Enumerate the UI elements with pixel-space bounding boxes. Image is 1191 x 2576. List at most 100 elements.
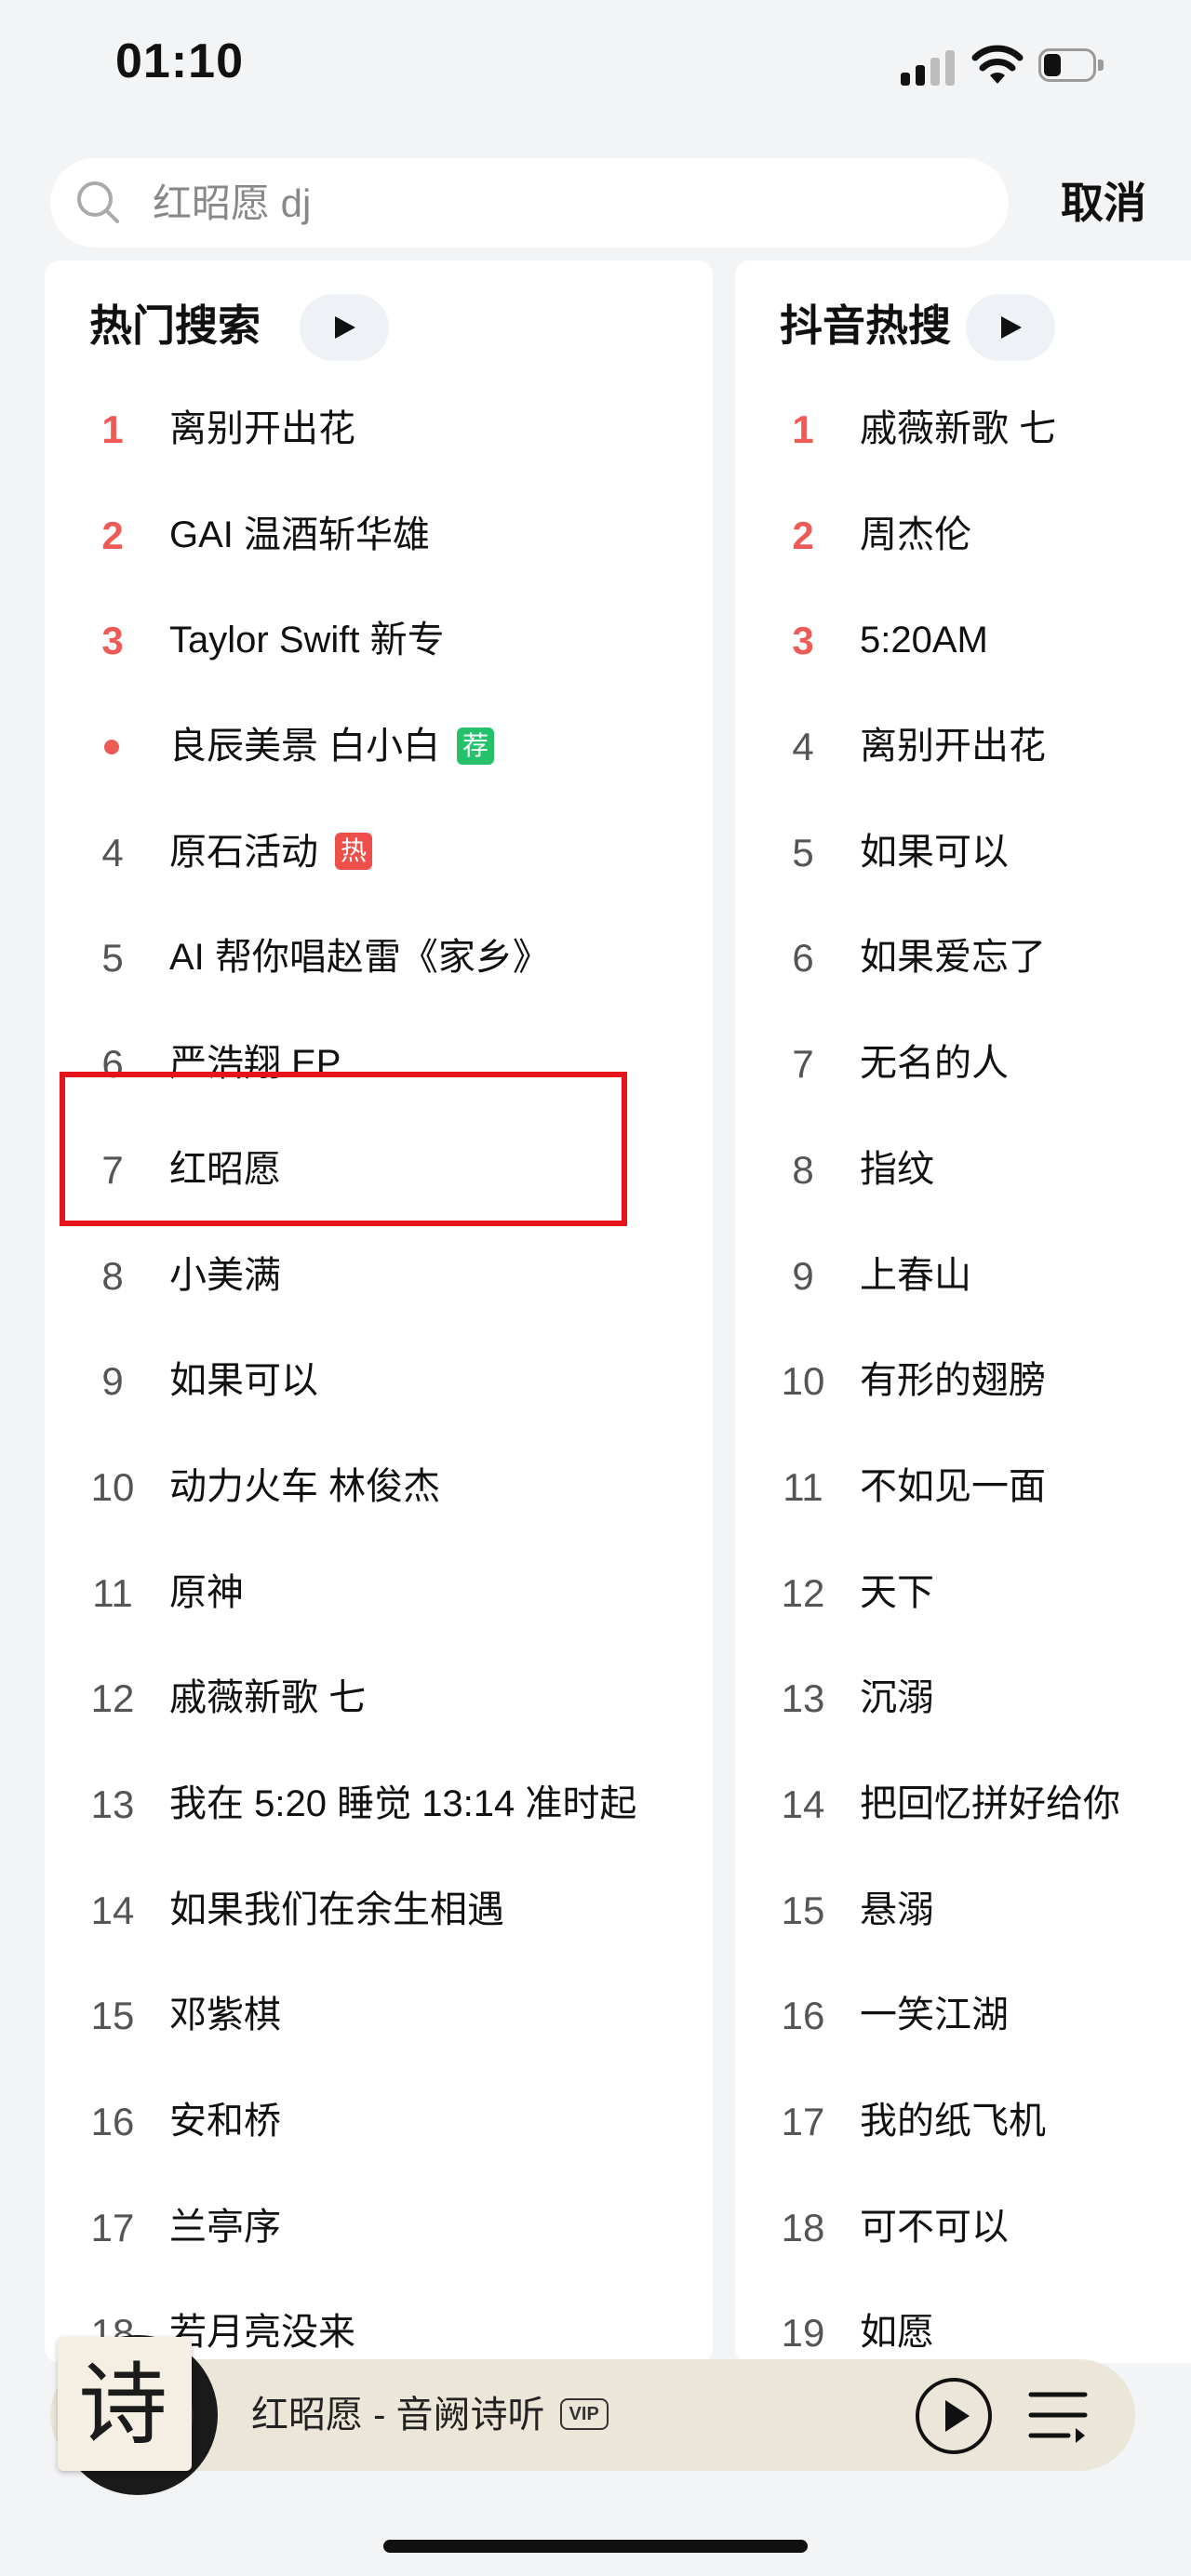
rank-title: 兰亭序 <box>169 2175 281 2281</box>
list-item[interactable]: 6 如果爱忘了 <box>735 905 1191 1011</box>
mini-player[interactable]: 诗 红昭愿 - 音阙诗听 VIP <box>50 2335 1135 2495</box>
list-item[interactable]: 17 我的纸飞机 <box>735 2069 1191 2175</box>
list-item[interactable]: 1 戚薇新歌 七 <box>735 377 1191 483</box>
list-item[interactable]: 9 如果可以 <box>45 1328 713 1435</box>
list-item[interactable]: 16 一笑江湖 <box>735 1963 1191 2069</box>
list-item[interactable]: 10 有形的翅膀 <box>735 1328 1191 1435</box>
list-item[interactable]: 10 动力火车 林俊杰 <box>45 1435 713 1541</box>
rank-title: 无名的人 <box>860 1011 1009 1117</box>
rank-number: 5 <box>792 830 814 874</box>
status-bar: 01:10 <box>0 0 1191 140</box>
rank-number: 10 <box>781 1359 825 1404</box>
rank-number: 12 <box>90 1676 135 1721</box>
rank-title-text: 我的纸飞机 <box>860 2101 1046 2142</box>
list-item[interactable]: 良辰美景 白小白荐 <box>45 694 713 800</box>
hot-search-play-all-button[interactable] <box>300 294 389 361</box>
rank-title: GAI 温酒斩华雄 <box>169 483 430 589</box>
list-item[interactable]: 15 邓紫棋 <box>45 1963 713 2069</box>
rank-title-text: 悬溺 <box>860 1889 934 1930</box>
rank-title-text: 把回忆拼好给你 <box>860 1782 1120 1824</box>
list-item[interactable]: 2 周杰伦 <box>735 483 1191 589</box>
now-playing-title[interactable]: 红昭愿 - 音阙诗听 VIP <box>251 2387 609 2443</box>
rank-title-text: 指纹 <box>860 1148 934 1190</box>
list-item[interactable]: 11 原神 <box>45 1541 713 1647</box>
rank-number: 11 <box>783 1464 823 1509</box>
douyin-hot-list: 1 戚薇新歌 七 2 周杰伦 3 5:20AM 4 离别开出花 5 如果可以 6 如果爱忘了 7 无名的人… <box>735 377 1191 2363</box>
rank-title: 不如见一面 <box>860 1435 1046 1541</box>
album-cover[interactable]: 诗 <box>58 2337 192 2471</box>
rank-title-text: AI 帮你唱赵雷《家乡》 <box>169 937 550 979</box>
list-item[interactable]: 8 小美满 <box>45 1223 713 1329</box>
rank-title-text: 原石活动 <box>169 831 318 873</box>
hot-search-panel: 热门搜索 1 离别开出花 2 GAI 温酒斩华雄 3 Taylor Swift 新专 良辰美… <box>45 260 713 2363</box>
rank-number: 15 <box>90 1994 135 2038</box>
rank-number: 5 <box>101 936 124 981</box>
now-playing-track: 红昭愿 - 音阙诗听 <box>251 2395 545 2436</box>
rank-number: 4 <box>101 830 124 874</box>
rank-number: 18 <box>781 2205 825 2249</box>
rank-number: 17 <box>90 2205 135 2249</box>
rank-title: 戚薇新歌 七 <box>169 1646 366 1752</box>
search-bar[interactable] <box>50 158 1009 247</box>
list-item[interactable]: 7 无名的人 <box>735 1011 1191 1117</box>
hot-search-title: 热门搜索 <box>89 301 261 350</box>
rank-title-text: 如愿 <box>860 2312 934 2354</box>
list-item[interactable]: 5 AI 帮你唱赵雷《家乡》 <box>45 905 713 1011</box>
rank-title-text: 天下 <box>860 1571 934 1613</box>
rank-number: 8 <box>792 1147 814 1192</box>
list-item[interactable]: 3 5:20AM <box>735 588 1191 694</box>
rank-title: 我的纸飞机 <box>860 2069 1046 2175</box>
battery-icon <box>1038 48 1105 84</box>
list-item[interactable]: 18 可不可以 <box>735 2175 1191 2281</box>
rank-title: 原神 <box>169 1541 244 1647</box>
rank-title: 良辰美景 白小白荐 <box>169 694 495 800</box>
search-input[interactable] <box>151 173 973 234</box>
rank-title: 小美满 <box>169 1223 281 1329</box>
list-item[interactable]: 16 安和桥 <box>45 2069 713 2175</box>
list-item[interactable]: 12 天下 <box>735 1541 1191 1647</box>
list-item[interactable]: 11 不如见一面 <box>735 1435 1191 1541</box>
rank-title: 5:20AM <box>860 588 988 694</box>
rank-title-text: 如果爱忘了 <box>860 937 1046 979</box>
douyin-hot-play-all-button[interactable] <box>966 294 1055 361</box>
list-item[interactable]: 17 兰亭序 <box>45 2175 713 2281</box>
rank-title-text: 如果可以 <box>860 831 1009 873</box>
list-item[interactable]: 19 如愿 <box>735 2280 1191 2363</box>
hot-search-list: 1 离别开出花 2 GAI 温酒斩华雄 3 Taylor Swift 新专 良辰美景 白小白… <box>45 377 713 2363</box>
rank-title: 有形的翅膀 <box>860 1328 1046 1435</box>
list-item[interactable]: 3 Taylor Swift 新专 <box>45 588 713 694</box>
rank-title: 离别开出花 <box>860 694 1046 800</box>
list-item[interactable]: 9 上春山 <box>735 1223 1191 1329</box>
playlist-icon[interactable] <box>1027 2387 1089 2443</box>
play-circle-icon[interactable] <box>914 2376 994 2456</box>
rank-title: 安和桥 <box>169 2069 281 2175</box>
cancel-button[interactable]: 取消 <box>1048 173 1159 233</box>
list-item[interactable]: 13 我在 5:20 睡觉 13:14 准时起 <box>45 1752 713 1858</box>
list-item[interactable]: 15 悬溺 <box>735 1858 1191 1964</box>
rank-title-text: GAI 温酒斩华雄 <box>169 514 431 555</box>
list-item[interactable]: 14 如果我们在余生相遇 <box>45 1858 713 1964</box>
rank-title-text: 沉溺 <box>860 1677 934 1719</box>
list-item[interactable]: 4 原石活动热 <box>45 800 713 906</box>
rank-title-text: 离别开出花 <box>860 726 1046 767</box>
status-time: 01:10 <box>115 34 244 88</box>
rank-title-text: 可不可以 <box>860 2206 1009 2248</box>
rank-title-text: 动力火车 林俊杰 <box>169 1465 441 1507</box>
play-icon <box>335 316 355 339</box>
rank-title: 动力火车 林俊杰 <box>169 1435 440 1541</box>
rank-title: 原石活动热 <box>169 800 372 906</box>
list-item[interactable]: 2 GAI 温酒斩华雄 <box>45 483 713 589</box>
rank-number: 8 <box>101 1253 124 1298</box>
list-item[interactable]: 4 离别开出花 <box>735 694 1191 800</box>
rank-title: AI 帮你唱赵雷《家乡》 <box>169 905 550 1011</box>
list-item[interactable]: 5 如果可以 <box>735 800 1191 906</box>
list-item[interactable]: 13 沉溺 <box>735 1646 1191 1752</box>
rank-title: 指纹 <box>860 1117 934 1223</box>
list-item[interactable]: 14 把回忆拼好给你 <box>735 1752 1191 1858</box>
rank-number: 1 <box>792 407 814 451</box>
list-item[interactable]: 8 指纹 <box>735 1117 1191 1223</box>
rank-number: 19 <box>781 2311 825 2356</box>
list-item[interactable]: 12 戚薇新歌 七 <box>45 1646 713 1752</box>
rank-title: 如果我们在余生相遇 <box>169 1858 504 1964</box>
list-item[interactable]: 1 离别开出花 <box>45 377 713 483</box>
